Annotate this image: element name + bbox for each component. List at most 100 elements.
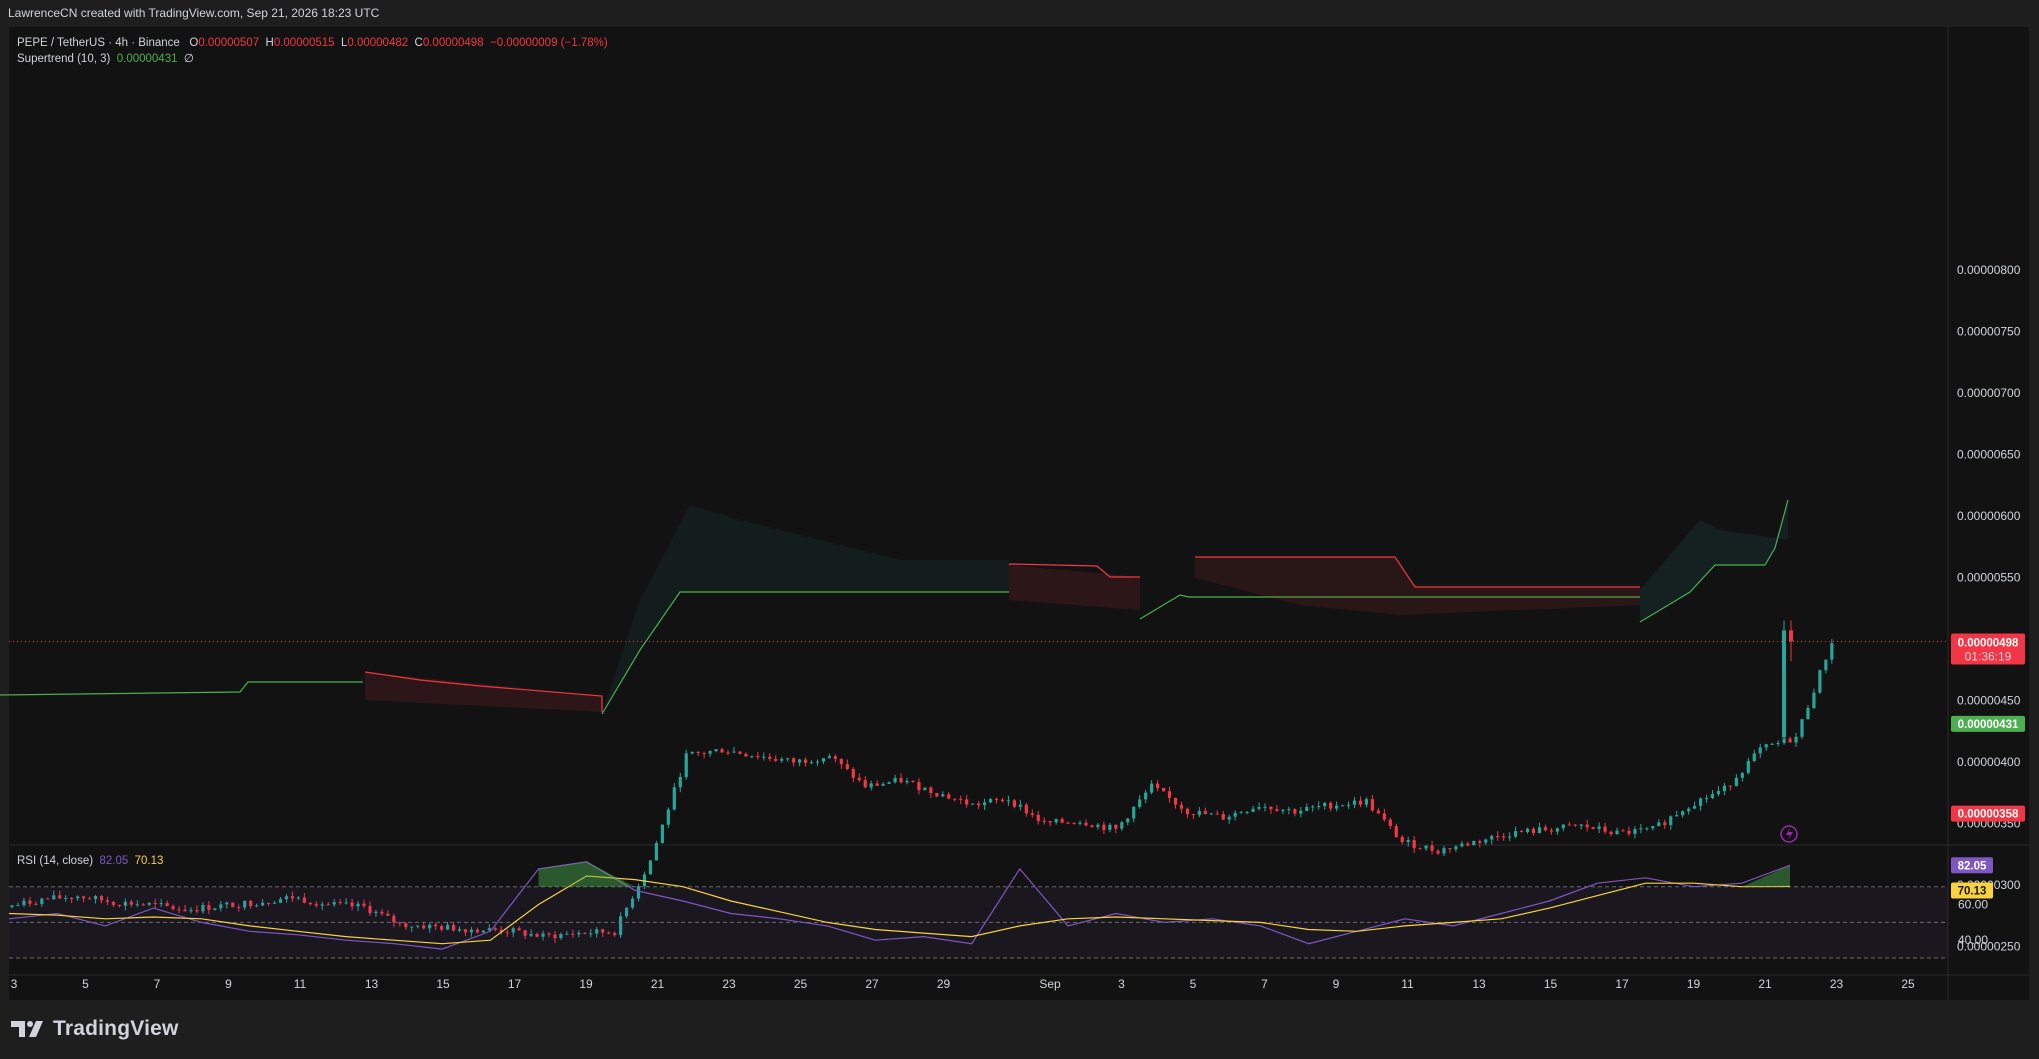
candle-body <box>1716 791 1721 795</box>
candle-body <box>845 764 849 770</box>
candle-body <box>1789 630 1793 642</box>
candle-body <box>1281 809 1285 812</box>
candle-body <box>1484 839 1488 843</box>
time-axis-label: 19 <box>579 977 593 991</box>
candle-body <box>1639 828 1643 830</box>
candle-body <box>1108 824 1112 830</box>
candle-body <box>959 798 963 800</box>
supertrend-down-fill <box>1009 565 1140 610</box>
candle-body <box>1740 772 1744 778</box>
rsi-label[interactable]: RSI (14, close) <box>17 855 93 867</box>
supertrend-down-fill <box>365 672 602 712</box>
time-axis-label: 15 <box>1544 977 1558 991</box>
price-legend: PEPE / TetherUS · 4h · Binance O0.000005… <box>17 35 608 67</box>
candle-body <box>917 782 921 791</box>
candle-body <box>684 753 688 777</box>
high-label: H <box>265 37 274 49</box>
candle-body <box>1257 807 1261 809</box>
candle-body <box>1579 824 1583 826</box>
candle-body <box>1758 747 1762 754</box>
candle-body <box>1024 804 1028 814</box>
candle-body <box>947 794 951 799</box>
close-value: 0.00000498 <box>422 37 484 49</box>
candle-body <box>798 759 802 763</box>
rsi-axis-label: 40.00 <box>1958 933 1988 947</box>
candle-body <box>1490 835 1494 840</box>
close-label: C <box>414 37 423 49</box>
candle-body <box>1394 826 1398 837</box>
candle-body <box>726 752 730 754</box>
tradingview-logo-icon <box>11 1021 43 1037</box>
candle-body <box>738 751 742 754</box>
candle-body <box>1418 848 1422 850</box>
indicator-row: Supertrend (10, 3) 0.00000431 ∅ <box>17 51 608 67</box>
candle-body <box>1275 809 1279 812</box>
candle-body <box>1191 814 1195 816</box>
change-value: −0.00000009 (−1.78%) <box>490 37 608 49</box>
candle-body <box>1370 799 1374 811</box>
candle-body <box>792 758 796 763</box>
candle-body <box>1508 836 1512 838</box>
candle-body <box>1269 806 1273 810</box>
candle-body <box>1233 812 1237 817</box>
time-axis-label: 5 <box>1190 977 1197 991</box>
candle-body <box>750 756 754 758</box>
candle-body <box>1704 798 1709 800</box>
time-axis-label: 5 <box>82 977 89 991</box>
candle-body <box>1066 822 1070 824</box>
candle-body <box>1633 829 1637 834</box>
candle-body <box>899 777 903 783</box>
candle-body <box>1305 806 1309 811</box>
candle-body <box>923 787 927 791</box>
candle-body <box>1048 821 1052 823</box>
candle-body <box>1782 738 1786 743</box>
candle-body <box>1424 845 1428 849</box>
candle-body <box>1818 670 1822 693</box>
candle-body <box>1221 813 1225 820</box>
candle-body <box>1788 738 1792 743</box>
candle-body <box>1012 800 1016 807</box>
rsi-ma-legend-value: 70.13 <box>134 855 164 867</box>
time-axis-label: 9 <box>1333 977 1340 991</box>
candle-body <box>1126 818 1130 823</box>
candle-body <box>1627 830 1631 834</box>
candle-body <box>1597 826 1601 829</box>
candle-body <box>1096 824 1100 828</box>
candle-body <box>1072 822 1076 824</box>
candle-body <box>1203 810 1207 815</box>
low-value: 0.00000482 <box>347 37 409 49</box>
candle-body <box>815 761 820 763</box>
tradingview-logo[interactable]: TradingView <box>11 1017 179 1041</box>
candle-body <box>1215 813 1219 815</box>
time-axis-label: 13 <box>1472 977 1486 991</box>
symbol-label[interactable]: PEPE / TetherUS · 4h · Binance <box>17 37 180 49</box>
candle-body <box>1746 760 1750 773</box>
time-axis-label: 11 <box>294 977 307 991</box>
rsi-value-tag-text: 82.05 <box>1958 860 1987 872</box>
candle-body <box>1585 824 1589 828</box>
candle-body <box>1537 827 1542 834</box>
price-axis-label: 0.00000650 <box>1957 448 2021 462</box>
supertrend-label[interactable]: Supertrend (10, 3) <box>17 53 110 65</box>
candle-body <box>666 809 670 825</box>
candle-body <box>941 794 945 797</box>
time-axis-label: 7 <box>154 977 161 991</box>
candle-body <box>1442 848 1446 854</box>
supertrend-value: 0.00000431 <box>116 53 178 65</box>
price-axis-label: 0.00000700 <box>1957 386 2021 400</box>
candle-body <box>905 780 909 783</box>
candle-body <box>1084 822 1088 826</box>
candle-body <box>1156 783 1160 788</box>
candle-body <box>1132 806 1136 819</box>
time-axis-label: 19 <box>1687 977 1701 991</box>
candle-body <box>1698 798 1703 806</box>
time-axis-label: 17 <box>1615 977 1629 991</box>
candle-body <box>1663 822 1667 826</box>
candle-body <box>1197 810 1201 815</box>
chart-canvas[interactable]: 0.00000800 0.00000750 0.00000700 0.00000650… <box>0 0 2039 1059</box>
candle-body <box>971 803 975 805</box>
candle-body <box>1042 820 1046 822</box>
candle-body <box>1657 822 1661 827</box>
candle-body <box>1412 840 1416 849</box>
candle-body <box>1018 804 1022 807</box>
